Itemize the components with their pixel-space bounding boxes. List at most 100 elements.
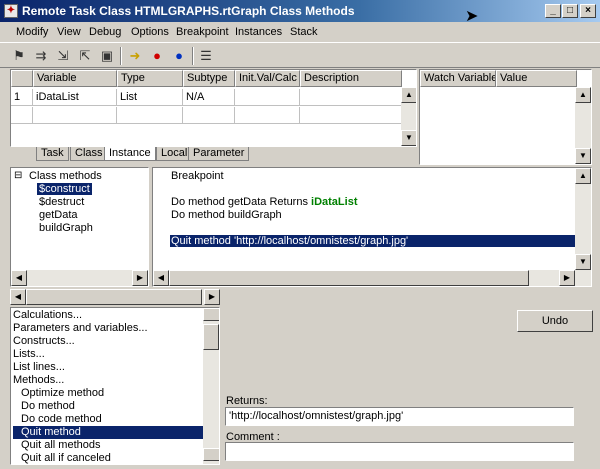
list-item[interactable]: Optimize method [13, 387, 206, 400]
column-header-type[interactable]: Type [117, 70, 183, 87]
scroll-left-icon[interactable]: ◀ [11, 270, 27, 286]
list-item[interactable]: Quit all if canceled [13, 452, 206, 464]
scroll-down-icon[interactable]: ▼ [575, 148, 591, 164]
list-item[interactable]: Do method [13, 400, 206, 413]
column-header-subtype[interactable]: Subtype [183, 70, 235, 87]
list-item[interactable]: List lines... [13, 361, 206, 374]
undo-button[interactable]: Undo [517, 310, 593, 332]
scroll-down-icon[interactable]: ▼ [575, 254, 591, 270]
toolbar: ⚑ ⇉ ⇲ ⇱ ▣ ➜ ● ● ☰ [0, 42, 600, 68]
tree-item-buildgraph[interactable]: buildGraph [39, 222, 93, 234]
step-into-icon[interactable]: ⇲ [54, 47, 72, 65]
trace-icon[interactable]: ☰ [197, 47, 215, 65]
variable-tabs: Task Class Instance Local Parameter [36, 147, 336, 162]
cell-subtype[interactable]: N/A [183, 89, 235, 106]
column-header-init[interactable]: Init.Val/Calc [235, 70, 300, 87]
column-header-variable[interactable]: Variable [33, 70, 117, 87]
code-line[interactable]: Do method buildGraph [171, 209, 282, 221]
column-header-description[interactable]: Description [300, 70, 402, 87]
cell-variable[interactable] [33, 107, 117, 124]
row-number [11, 107, 33, 124]
column-header-value[interactable]: Value [496, 70, 577, 87]
step-icon[interactable]: ⇉ [32, 47, 50, 65]
scroll-up-icon[interactable]: ▲ [203, 308, 219, 321]
tree-item-destruct[interactable]: $destruct [39, 196, 84, 208]
cell-init[interactable] [235, 89, 300, 106]
cell-description[interactable] [300, 89, 402, 106]
list-item[interactable]: Parameters and variables... [13, 322, 206, 335]
scroll-up-icon[interactable]: ▲ [401, 87, 416, 103]
scroll-right-icon[interactable]: ▶ [132, 270, 148, 286]
commands-hscrollbar[interactable]: ◀ ▶ [10, 289, 220, 305]
scroll-down-icon[interactable]: ▼ [203, 448, 219, 461]
close-button[interactable]: × [580, 4, 596, 18]
code-line-selected[interactable]: Quit method 'http://localhost/omnistest/… [170, 235, 575, 247]
tree-item-construct[interactable]: $construct [37, 183, 92, 195]
list-item[interactable]: Methods... [13, 374, 206, 387]
cell-init[interactable] [235, 107, 300, 124]
tree-hscrollbar[interactable]: ◀ ▶ [11, 270, 148, 286]
tab-class[interactable]: Class [70, 147, 108, 161]
returns-field[interactable]: 'http://localhost/omnistest/graph.jpg' [225, 407, 574, 426]
menu-instances[interactable]: Instances [235, 26, 282, 38]
cell-variable[interactable]: iDataList [33, 89, 117, 106]
scroll-left-icon[interactable]: ◀ [10, 289, 26, 305]
code-line[interactable]: Breakpoint [171, 170, 224, 182]
column-header-watch-variable[interactable]: Watch Variable [420, 70, 496, 87]
menu-debug[interactable]: Debug [89, 26, 121, 38]
menu-view[interactable]: View [57, 26, 81, 38]
list-item[interactable]: Do code method [13, 413, 206, 426]
tree-root-label[interactable]: Class methods [29, 170, 102, 182]
scroll-up-icon[interactable]: ▲ [575, 168, 591, 184]
cell-subtype[interactable] [183, 107, 235, 124]
scroll-up-icon[interactable]: ▲ [575, 87, 591, 103]
code-vscrollbar[interactable]: ▲ ▼ [575, 168, 591, 270]
scroll-thumb[interactable] [26, 289, 202, 305]
scroll-down-icon[interactable]: ▼ [401, 130, 416, 146]
row-number-header [11, 70, 33, 87]
tab-parameter[interactable]: Parameter [188, 147, 250, 161]
tab-task[interactable]: Task [36, 147, 69, 161]
go-icon[interactable]: ➜ [126, 47, 144, 65]
list-item[interactable]: Quit all methods [13, 439, 206, 452]
cell-description[interactable] [300, 107, 402, 124]
cell-type[interactable]: List [117, 89, 183, 106]
list-item[interactable]: Calculations... [13, 309, 206, 322]
row-number: 1 [11, 89, 33, 106]
tab-instance[interactable]: Instance [104, 147, 156, 161]
scroll-right-icon[interactable]: ▶ [559, 270, 575, 286]
variables-grid: Variable Type Subtype Init.Val/Calc Desc… [10, 69, 417, 147]
tree-item-getdata[interactable]: getData [39, 209, 78, 221]
menu-breakpoint[interactable]: Breakpoint [176, 26, 229, 38]
variables-vscrollbar[interactable]: ▲ ▼ [401, 87, 416, 146]
maximize-button[interactable]: □ [562, 4, 578, 18]
watch-vscrollbar[interactable]: ▲ ▼ [575, 87, 591, 164]
list-item-selected[interactable]: Quit method [13, 426, 206, 439]
scroll-right-icon[interactable]: ▶ [204, 289, 220, 305]
run-icon[interactable]: ⚑ [10, 47, 28, 65]
monitor-icon[interactable]: ▣ [98, 47, 116, 65]
breakpoint-red-icon[interactable]: ● [148, 47, 166, 65]
minimize-button[interactable]: _ [545, 4, 561, 18]
collapse-icon[interactable]: ⊟ [14, 170, 22, 181]
scroll-left-icon[interactable]: ◀ [153, 270, 169, 286]
code-editor[interactable]: Breakpoint Do method getData Returns iDa… [152, 167, 592, 287]
code-line[interactable]: Do method getData Returns iDataList [171, 196, 358, 208]
list-item[interactable]: Constructs... [13, 335, 206, 348]
step-out-icon[interactable]: ⇱ [76, 47, 94, 65]
menu-options[interactable]: Options [131, 26, 169, 38]
comment-field[interactable] [225, 442, 574, 461]
cell-type[interactable] [117, 107, 183, 124]
scroll-thumb[interactable] [169, 270, 529, 286]
menu-stack[interactable]: Stack [290, 26, 318, 38]
tab-local[interactable]: Local [156, 147, 193, 161]
title-bar[interactable]: ✦ Remote Task Class HTMLGRAPHS.rtGraph C… [0, 0, 600, 22]
menu-modify[interactable]: Modify [16, 26, 48, 38]
watch-grid: Watch Variable Value ▲ ▼ [419, 69, 592, 165]
commands-vscrollbar[interactable]: ▲ ▼ [203, 308, 219, 464]
list-item[interactable]: Lists... [13, 348, 206, 361]
scroll-thumb[interactable] [203, 324, 219, 350]
code-hscrollbar[interactable]: ◀ ▶ [153, 270, 591, 286]
breakpoint-blue-icon[interactable]: ● [170, 47, 188, 65]
returns-label: Returns: [226, 395, 268, 407]
